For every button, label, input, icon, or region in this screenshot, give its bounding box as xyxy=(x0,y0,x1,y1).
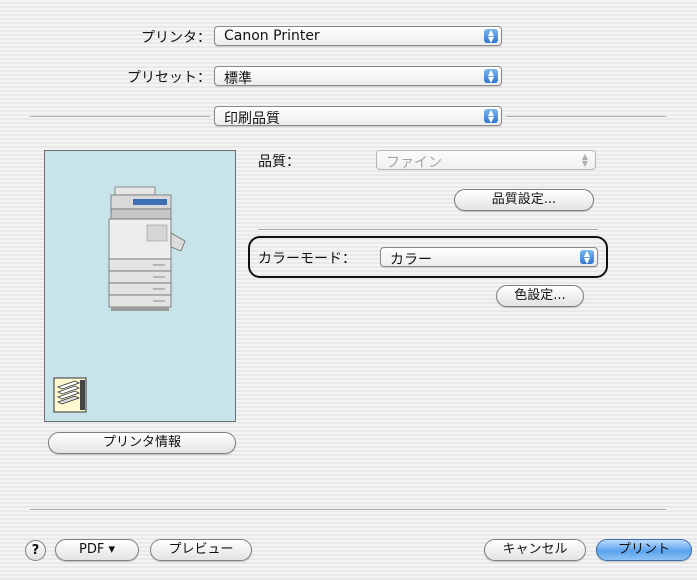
color-settings-button[interactable]: 色設定... xyxy=(496,285,584,307)
panel-menu-value: 印刷品質 xyxy=(224,111,280,127)
printer-device-icon xyxy=(108,186,186,311)
pdf-button[interactable]: PDF ▾ xyxy=(55,539,139,561)
section-divider xyxy=(258,229,598,231)
footer-separator xyxy=(30,509,666,511)
color-mode-value: カラー xyxy=(390,252,432,268)
up-down-arrows-icon: ▲ ▼ xyxy=(581,152,589,168)
print-button[interactable]: プリント xyxy=(596,539,692,561)
preset-value: 標準 xyxy=(224,71,252,87)
quality-popup[interactable]: ファイン ▲ ▼ xyxy=(376,150,596,171)
up-down-arrows-icon: ▲ ▼ xyxy=(580,250,594,265)
paper-stack-icon xyxy=(53,377,87,413)
printer-value: Canon Printer xyxy=(224,28,320,44)
panel-separator-left xyxy=(30,116,210,118)
printer-preview-pane xyxy=(44,150,236,422)
up-down-arrows-icon: ▲ ▼ xyxy=(484,109,498,124)
printer-popup[interactable]: Canon Printer ▲ ▼ xyxy=(214,26,502,46)
quality-value: ファイン xyxy=(386,155,442,171)
quality-settings-button[interactable]: 品質設定... xyxy=(454,189,594,211)
up-down-arrows-icon: ▲ ▼ xyxy=(484,29,498,44)
panel-separator-right xyxy=(506,116,666,118)
printer-info-button[interactable]: プリンタ情報 xyxy=(48,432,236,454)
up-down-arrows-icon: ▲ ▼ xyxy=(484,69,498,84)
preset-label: プリセット： xyxy=(127,70,211,86)
printer-label: プリンタ： xyxy=(141,30,211,46)
quality-label: 品質： xyxy=(258,154,300,170)
panel-menu-popup[interactable]: 印刷品質 ▲ ▼ xyxy=(214,106,502,127)
cancel-button[interactable]: キャンセル xyxy=(484,539,586,561)
preview-button[interactable]: プレビュー xyxy=(150,539,252,561)
color-mode-label: カラーモード： xyxy=(258,251,356,267)
preset-popup[interactable]: 標準 ▲ ▼ xyxy=(214,66,502,87)
color-mode-popup[interactable]: カラー ▲ ▼ xyxy=(380,247,598,268)
help-icon[interactable]: ? xyxy=(25,540,46,561)
